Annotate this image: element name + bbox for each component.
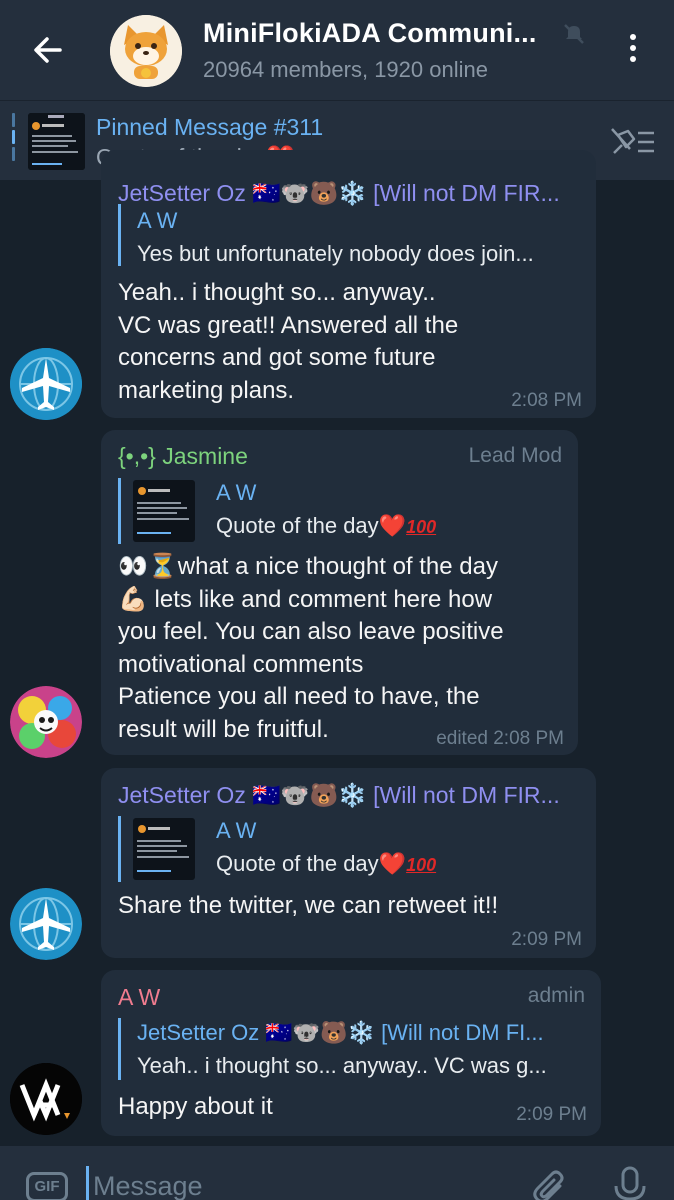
reply-preview[interactable]: JetSetter Oz 🇦🇺🐨🐻❄️ [Will not DM FI... Y…: [118, 1018, 588, 1080]
gif-button[interactable]: GIF: [26, 1172, 68, 1200]
message-text: Share the twitter, we can retweet it!!: [118, 892, 499, 919]
sender-name[interactable]: A W: [118, 984, 160, 1011]
chat-title-block[interactable]: MiniFlokiADA Communi... 20964 members, 1…: [203, 18, 583, 83]
reply-preview[interactable]: A W Quote of the day❤️100: [118, 478, 563, 544]
reply-thumbnail: [133, 818, 195, 880]
microphone-icon[interactable]: [612, 1166, 648, 1200]
avatar-aw[interactable]: [10, 1063, 82, 1135]
airplane-globe-icon: [10, 348, 82, 420]
airplane-globe-icon: [10, 888, 82, 960]
pinned-title: Pinned Message #311: [96, 114, 324, 140]
pinned-indicator: [12, 113, 16, 167]
message-bubble[interactable]: JetSetter Oz 🇦🇺🐨🐻❄️ [Will not DM FIR... …: [101, 768, 596, 958]
chat-title: MiniFlokiADA Communi...: [203, 18, 537, 48]
group-avatar[interactable]: [110, 15, 182, 87]
message-text: Happy about it: [118, 1093, 273, 1120]
reply-author: A W: [216, 818, 257, 843]
message-bubble[interactable]: JetSetter Oz 🇦🇺🐨🐻❄️ [Will not DM FIR... …: [101, 150, 596, 418]
avatar-airplane[interactable]: [10, 888, 82, 960]
sender-role: Lead Mod: [468, 444, 562, 467]
message-time: 2:09 PM: [516, 1104, 587, 1125]
arrow-left-icon[interactable]: [28, 30, 68, 70]
unpin-list-icon[interactable]: [608, 125, 656, 159]
sender-name[interactable]: JetSetter Oz 🇦🇺🐨🐻❄️ [Will not DM FIR...: [118, 782, 588, 809]
reply-preview[interactable]: A W Quote of the day❤️100: [118, 816, 578, 882]
sender-role: admin: [527, 984, 585, 1007]
vertical-dots-icon[interactable]: [618, 30, 648, 70]
reply-author: JetSetter Oz 🇦🇺🐨🐻❄️ [Will not DM FI...: [137, 1020, 544, 1045]
colorful-art-avatar: [10, 686, 82, 758]
reply-thumbnail: [133, 480, 195, 542]
pinned-thumbnail: [28, 113, 85, 170]
avatar-jasmine[interactable]: [10, 686, 82, 758]
reply-author: A W: [216, 480, 257, 505]
sender-name[interactable]: {•,•} Jasmine: [118, 443, 248, 470]
chat-header: MiniFlokiADA Communi... 20964 members, 1…: [0, 0, 674, 100]
message-bubble[interactable]: A W admin JetSetter Oz 🇦🇺🐨🐻❄️ [Will not …: [101, 970, 601, 1136]
reply-author: A W: [137, 208, 178, 233]
avatar-airplane[interactable]: [10, 348, 82, 420]
reply-text: Yeah.. i thought so... anyway.. VC was g…: [137, 1053, 547, 1078]
aw-logo-icon: [10, 1063, 82, 1135]
muted-bell-icon: [564, 24, 584, 44]
member-count: 20964 members, 1920 online: [203, 57, 488, 82]
reply-text: Quote of the day❤️100: [216, 851, 437, 876]
message-time: 2:08 PM: [511, 390, 582, 411]
message-text: 👀⏳what a nice thought of the day 💪🏻 lets…: [118, 553, 504, 743]
message-input-bar: GIF: [0, 1146, 674, 1200]
reply-text: Yes but unfortunately nobody does join..…: [137, 241, 534, 266]
message-text: Yeah.. i thought so... anyway.. VC was g…: [118, 279, 459, 404]
message-time: edited 2:08 PM: [436, 728, 564, 749]
message-input[interactable]: [86, 1166, 506, 1200]
sender-name[interactable]: JetSetter Oz 🇦🇺🐨🐻❄️ [Will not DM FIR...: [118, 180, 588, 207]
reply-text: Quote of the day❤️100: [216, 513, 437, 538]
paperclip-icon[interactable]: [530, 1168, 570, 1200]
message-bubble[interactable]: {•,•} Jasmine Lead Mod A W Quote of the …: [101, 430, 578, 755]
shiba-dog-icon: [110, 15, 182, 87]
message-time: 2:09 PM: [511, 929, 582, 950]
reply-preview[interactable]: A W Yes but unfortunately nobody does jo…: [118, 204, 588, 266]
